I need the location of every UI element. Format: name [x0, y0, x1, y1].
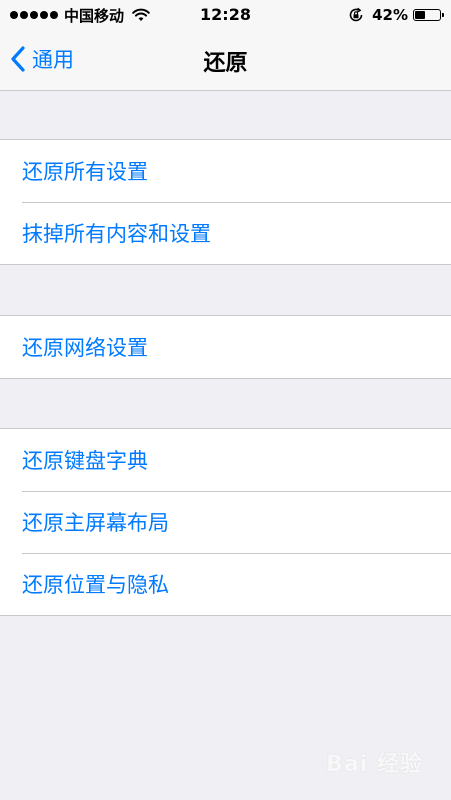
reset-group-2: 还原网络设置 — [0, 315, 451, 379]
reset-group-3: 还原键盘字典 还原主屏幕布局 还原位置与隐私 — [0, 428, 451, 616]
battery-level-fill — [415, 11, 425, 19]
erase-all-content-row[interactable]: 抹掉所有内容和设置 — [0, 202, 451, 264]
battery-percent: 42% — [372, 6, 408, 24]
reset-keyboard-dictionary-row[interactable]: 还原键盘字典 — [0, 429, 451, 491]
reset-home-screen-layout-row[interactable]: 还原主屏幕布局 — [0, 491, 451, 553]
navigation-bar: 通用 还原 — [0, 30, 451, 91]
reset-location-privacy-label: 还原位置与隐私 — [22, 573, 169, 597]
rotation-lock-icon — [349, 7, 363, 22]
reset-network-settings-row[interactable]: 还原网络设置 — [0, 316, 451, 378]
status-bar: 中国移动 12:28 42% — [0, 0, 451, 30]
page-title: 还原 — [203, 51, 248, 76]
reset-home-screen-layout-label: 还原主屏幕布局 — [22, 511, 169, 535]
reset-keyboard-dictionary-label: 还原键盘字典 — [22, 449, 148, 473]
reset-group-1: 还原所有设置 抹掉所有内容和设置 — [0, 139, 451, 265]
watermark: Bai 经验 — [326, 752, 423, 777]
reset-location-privacy-row[interactable]: 还原位置与隐私 — [0, 553, 451, 615]
status-right: 42% — [348, 6, 444, 24]
reset-network-settings-label: 还原网络设置 — [22, 336, 148, 360]
battery-icon — [413, 9, 444, 21]
reset-all-settings-row[interactable]: 还原所有设置 — [0, 140, 451, 202]
reset-all-settings-label: 还原所有设置 — [22, 160, 148, 184]
erase-all-content-label: 抹掉所有内容和设置 — [22, 222, 211, 246]
